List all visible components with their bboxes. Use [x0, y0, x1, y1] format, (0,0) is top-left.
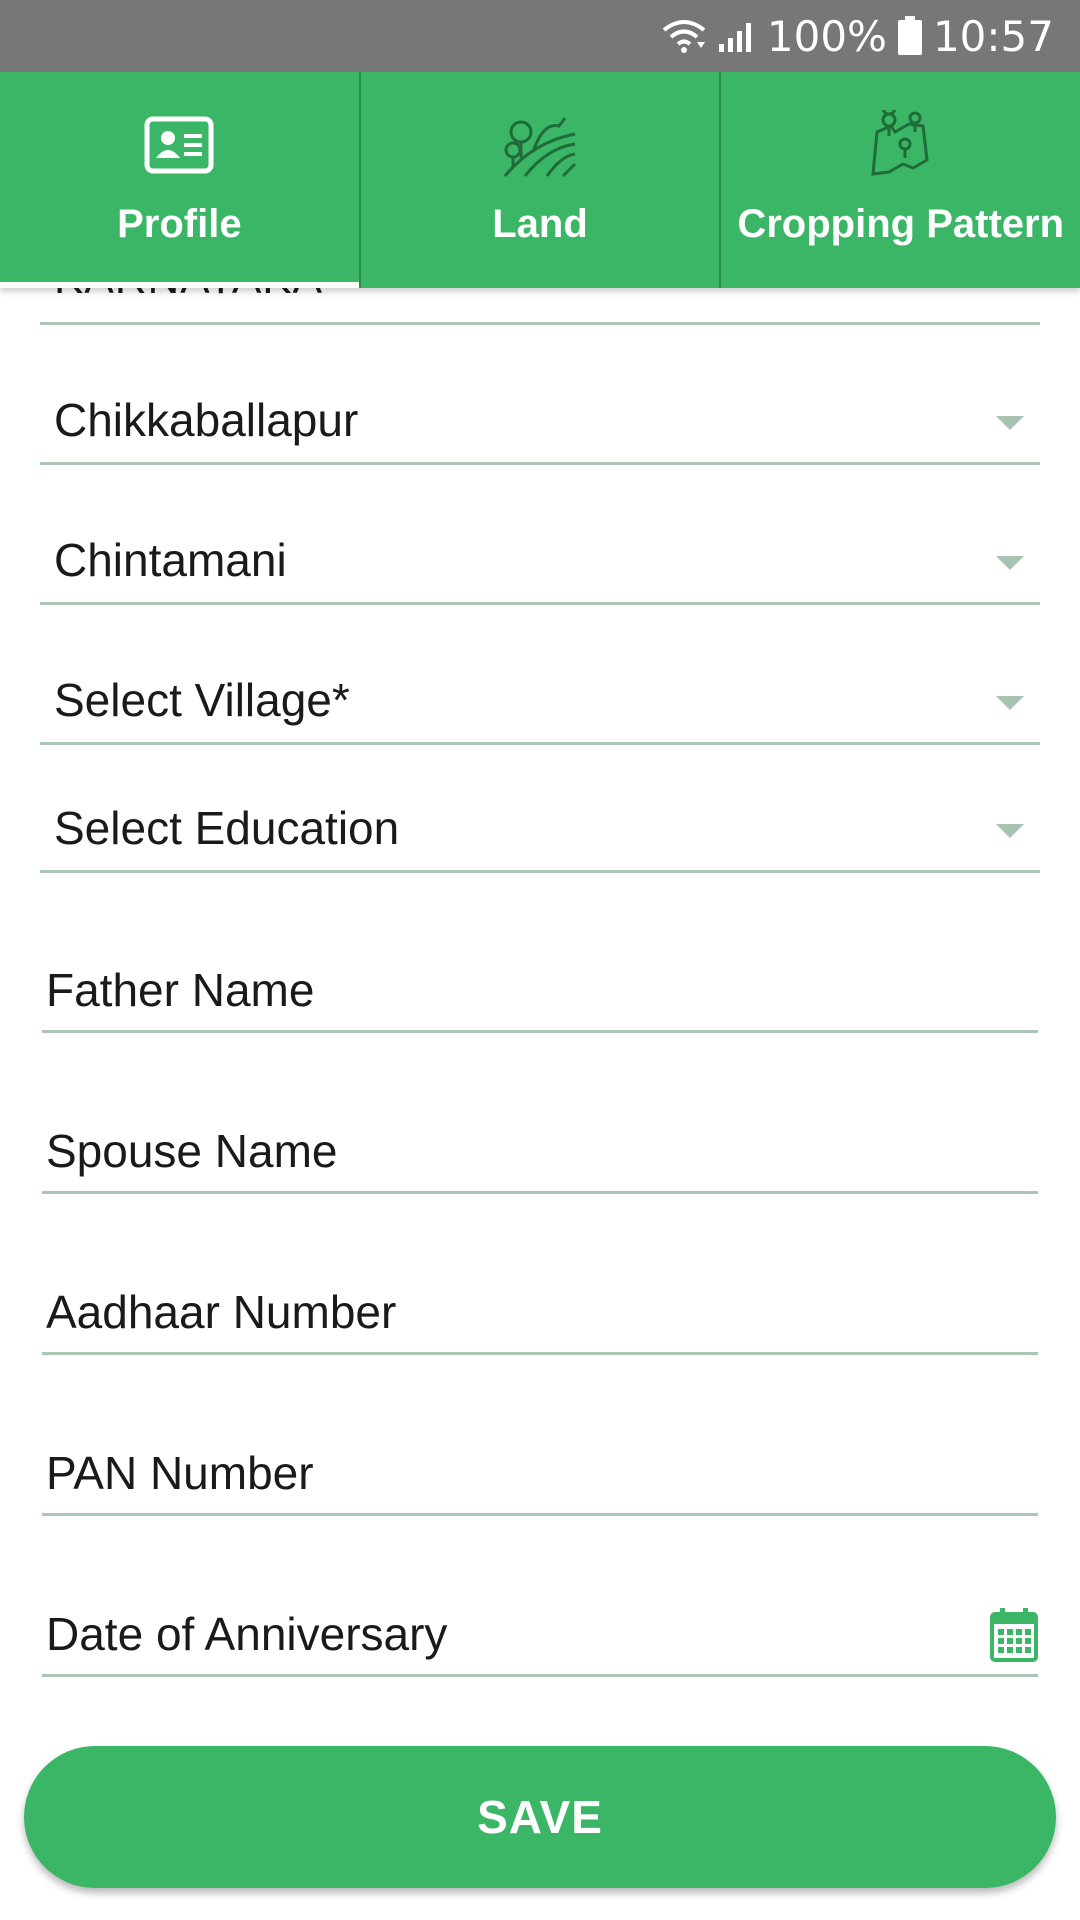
taluk-dropdown[interactable]: Chintamani [40, 510, 1040, 610]
pan-input[interactable] [42, 1446, 1038, 1500]
anniversary-underline [42, 1674, 1038, 1677]
spouse-name-input[interactable] [42, 1124, 1038, 1178]
save-button[interactable]: SAVE [24, 1746, 1056, 1888]
education-dropdown[interactable]: Select Education [40, 778, 1040, 878]
taluk-value: Chintamani [54, 534, 287, 586]
village-underline [40, 742, 1040, 745]
land-field-icon [503, 108, 577, 182]
profile-form: KARNATAKA Chikkaballapur Chintamani Sele… [0, 288, 1080, 1920]
profile-card-icon [144, 108, 214, 182]
chevron-down-icon [996, 556, 1024, 570]
chevron-down-icon [996, 696, 1024, 710]
district-dropdown[interactable]: Chikkaballapur [40, 370, 1040, 470]
chevron-down-icon [996, 824, 1024, 838]
anniversary-input[interactable] [42, 1607, 1038, 1661]
education-underline [40, 870, 1040, 873]
district-underline [40, 462, 1040, 465]
father-name-field[interactable] [42, 940, 1038, 1040]
anniversary-field[interactable] [42, 1584, 1038, 1684]
spouse-name-field[interactable] [42, 1101, 1038, 1201]
battery-percent: 100% [766, 11, 887, 61]
state-value-cut: KARNATAKA [54, 288, 323, 304]
state-underline [40, 322, 1040, 325]
aadhaar-field[interactable] [42, 1262, 1038, 1362]
father-name-input[interactable] [42, 963, 1038, 1017]
tab-land[interactable]: Land [358, 72, 720, 288]
status-bar: 100% 10:57 [0, 0, 1080, 72]
tab-land-label: Land [492, 202, 588, 246]
aadhaar-input[interactable] [42, 1285, 1038, 1339]
pan-underline [42, 1513, 1038, 1516]
father-name-underline [42, 1030, 1038, 1033]
calendar-icon[interactable] [990, 1608, 1038, 1667]
village-dropdown[interactable]: Select Village* [40, 650, 1040, 750]
map-pins-icon [869, 108, 933, 182]
district-value: Chikkaballapur [54, 394, 359, 446]
spouse-name-underline [42, 1191, 1038, 1194]
tab-profile-label: Profile [117, 202, 242, 246]
tab-selected-indicator [0, 282, 359, 288]
village-value: Select Village* [54, 674, 350, 726]
clock: 10:57 [932, 11, 1054, 61]
taluk-underline [40, 602, 1040, 605]
tab-cropping-pattern-label: Cropping Pattern [737, 202, 1065, 246]
wifi-icon [661, 18, 707, 54]
battery-icon [897, 16, 923, 56]
chevron-down-icon [996, 416, 1024, 430]
education-value: Select Education [54, 802, 400, 854]
pan-field[interactable] [42, 1423, 1038, 1523]
tab-profile[interactable]: Profile [0, 72, 359, 288]
tab-bar: Profile Land Cropping Pattern [0, 72, 1080, 288]
aadhaar-underline [42, 1352, 1038, 1355]
signal-icon [717, 18, 757, 54]
tab-cropping-pattern[interactable]: Cropping Pattern [719, 72, 1080, 288]
